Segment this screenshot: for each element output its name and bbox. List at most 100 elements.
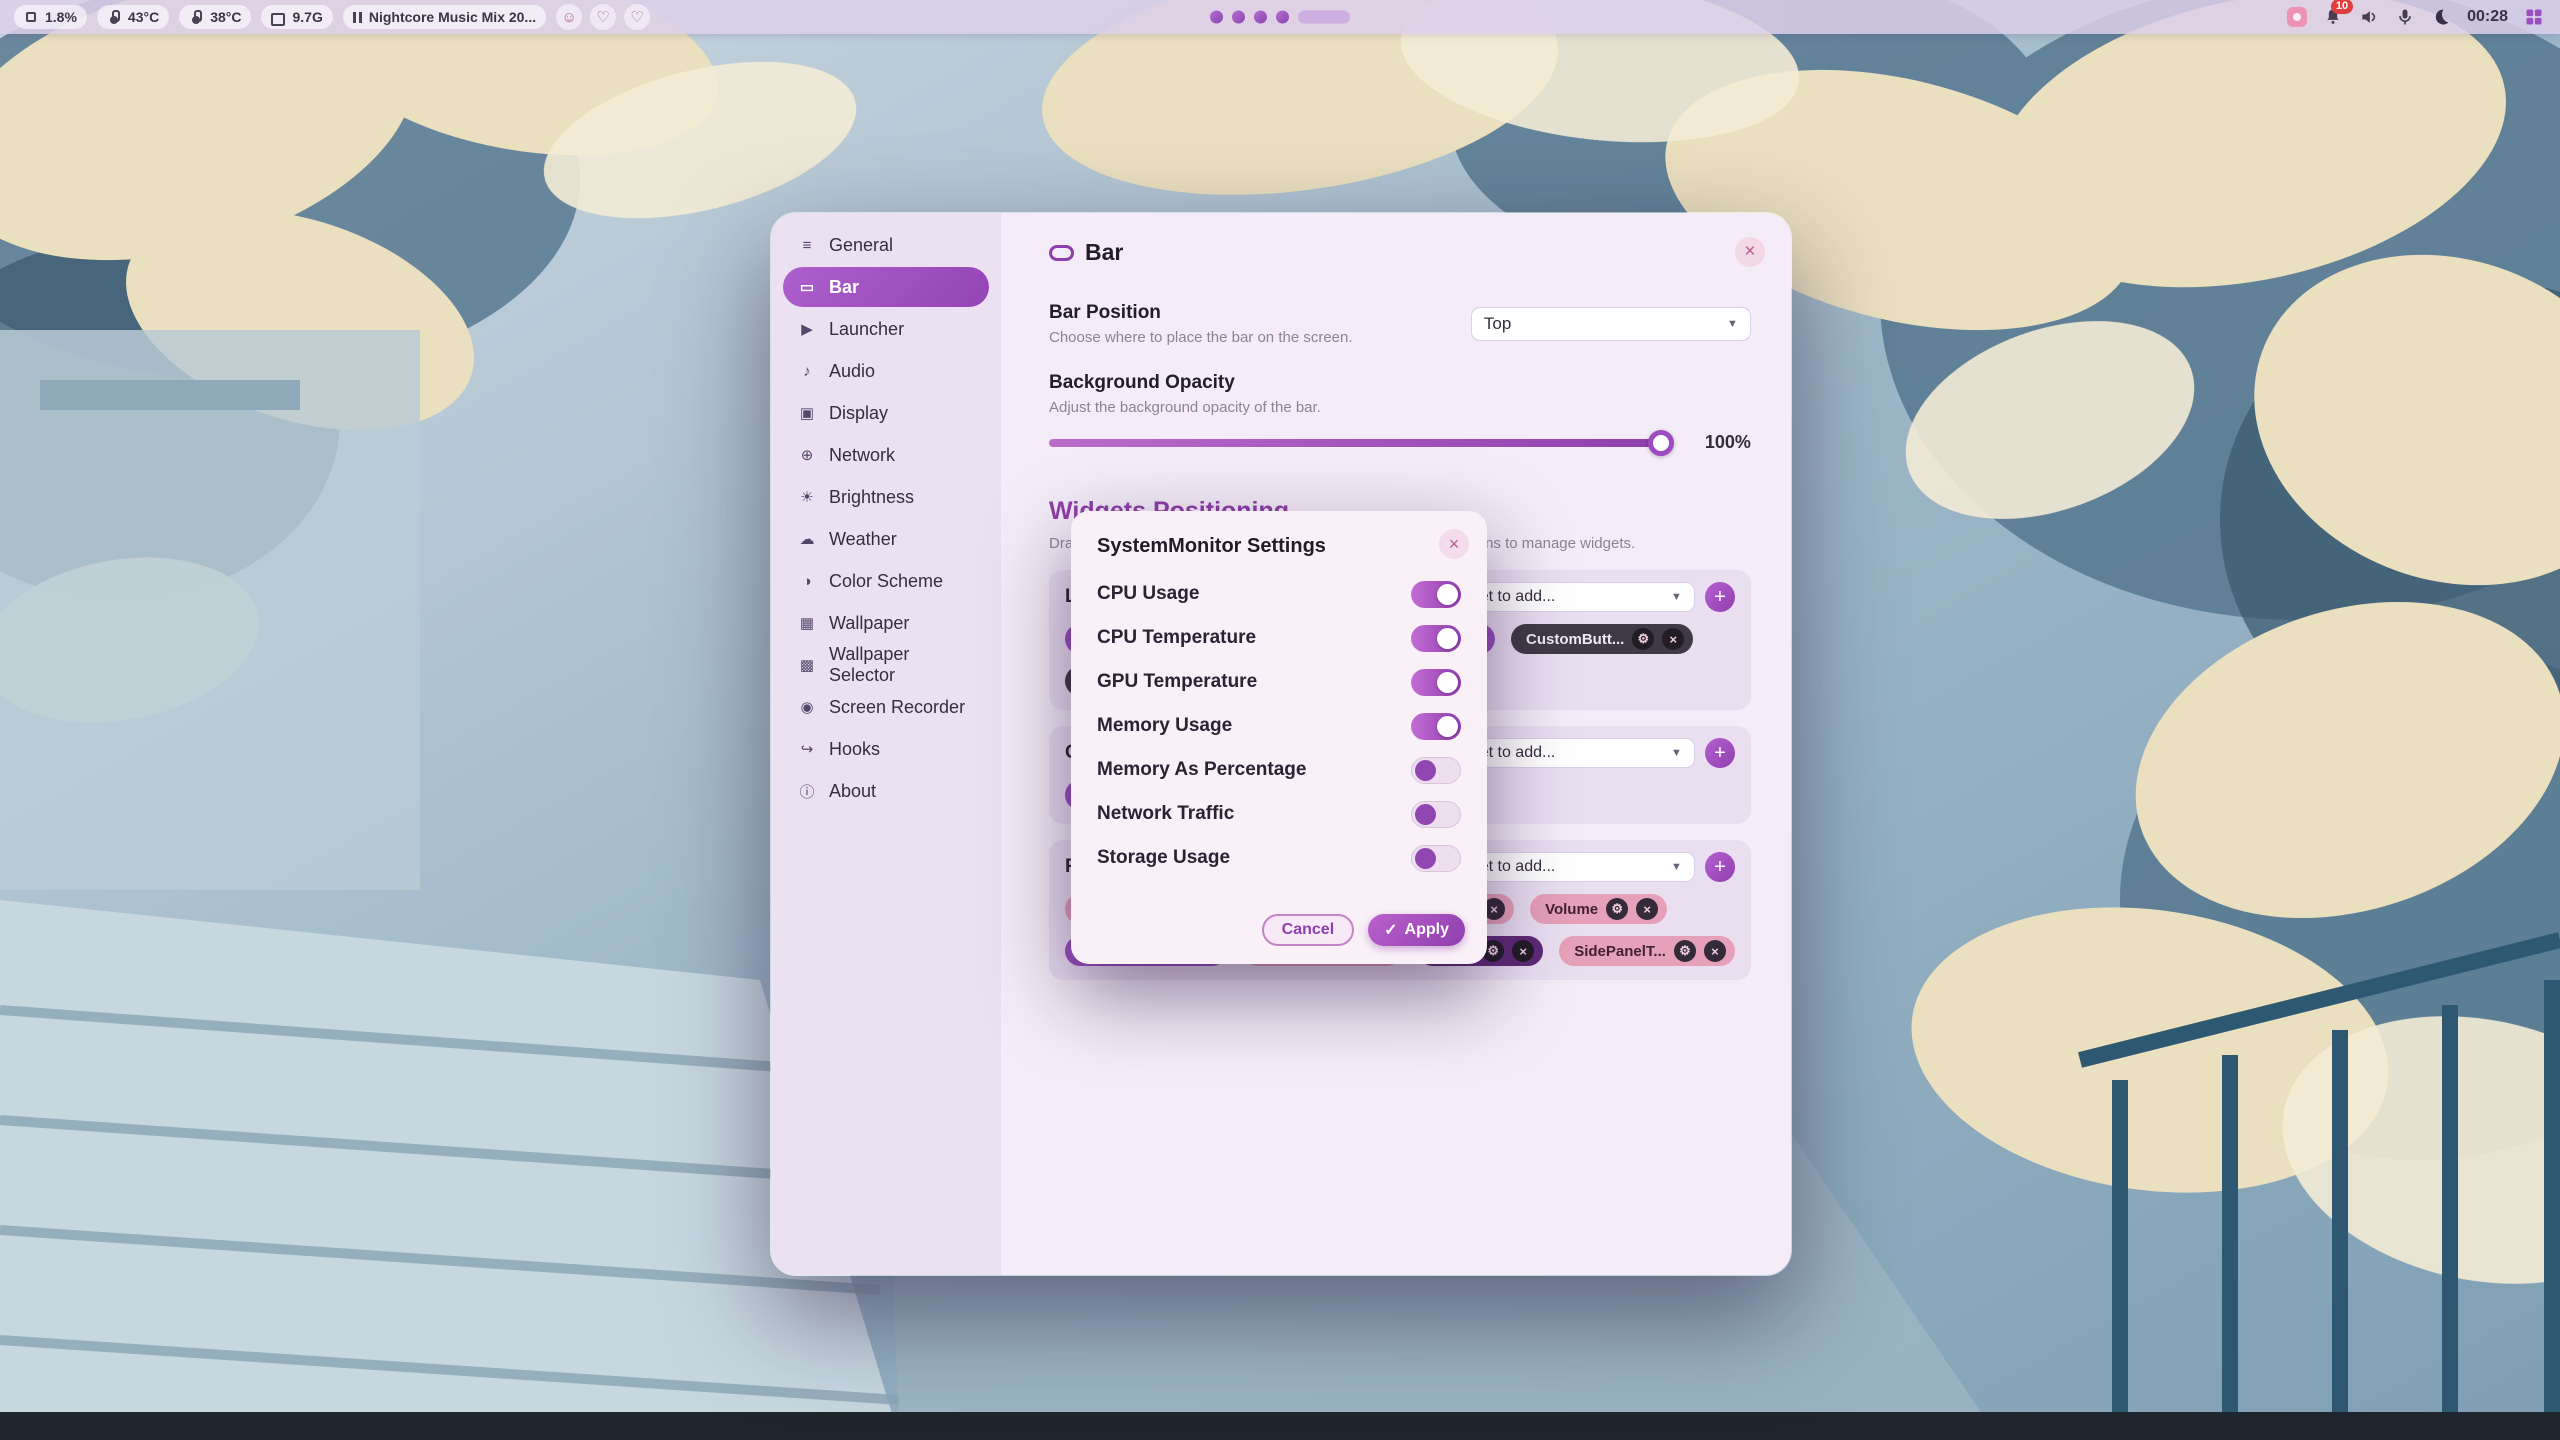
- cancel-button[interactable]: Cancel: [1262, 914, 1354, 946]
- notification-badge: 10: [2331, 0, 2353, 14]
- sidebar-item[interactable]: ☁ Weather: [783, 519, 989, 559]
- sidebar-item[interactable]: ◑ Color Scheme: [783, 561, 989, 601]
- remove-icon[interactable]: ×: [1704, 940, 1726, 962]
- media-title: Nightcore Music Mix 20...: [369, 9, 536, 25]
- sidebar-item[interactable]: ▶ Launcher: [783, 309, 989, 349]
- workspace-dot[interactable]: [1232, 11, 1245, 24]
- toggle-switch[interactable]: [1411, 845, 1461, 872]
- widget-chip[interactable]: CustomButt... ⚙ ×: [1511, 624, 1693, 654]
- workspace-dot[interactable]: [1210, 11, 1223, 24]
- quick-button[interactable]: ♡: [624, 4, 650, 30]
- workspace-indicator: [1210, 11, 1350, 24]
- close-modal-button[interactable]: ×: [1439, 529, 1469, 559]
- sidebar-item[interactable]: ▩ Wallpaper Selector: [783, 645, 989, 685]
- stat-chip[interactable]: 9.7G: [261, 5, 332, 29]
- quick-button[interactable]: ♡: [590, 4, 616, 30]
- toggle-switch[interactable]: [1411, 581, 1461, 608]
- media-player-chip[interactable]: Nightcore Music Mix 20...: [343, 5, 546, 29]
- toggle-switch[interactable]: [1411, 757, 1461, 784]
- chevron-down-icon: ▼: [1671, 861, 1682, 873]
- settings-sidebar: ≡ General ▭ Bar ▶ Launcher ♪ Audio: [771, 213, 1001, 1275]
- system-stats: 1.8% 43°C 38°C 9.7G: [14, 5, 333, 29]
- toggle-switch[interactable]: [1411, 801, 1461, 828]
- opacity-slider-thumb[interactable]: [1648, 430, 1674, 456]
- toggle-row: Storage Usage: [1097, 836, 1461, 880]
- sidebar-item-icon: ☀: [797, 488, 817, 506]
- sidebar-item[interactable]: ⓘ About: [783, 771, 989, 811]
- widget-chip[interactable]: Volume ⚙ ×: [1530, 894, 1667, 924]
- widget-chip[interactable]: SidePanelT... ⚙ ×: [1559, 936, 1735, 966]
- toggle-switch[interactable]: [1411, 625, 1461, 652]
- apply-button[interactable]: ✓ Apply: [1368, 914, 1465, 946]
- systemmonitor-settings-modal: × SystemMonitor Settings CPU Usage CPU T…: [1071, 511, 1487, 964]
- stat-value: 9.7G: [292, 9, 322, 25]
- night-light-icon[interactable]: [2431, 7, 2451, 27]
- sidebar-item-icon: ≡: [797, 237, 817, 254]
- sidebar-item[interactable]: ▭ Bar: [783, 267, 989, 307]
- sidebar-item[interactable]: ↪ Hooks: [783, 729, 989, 769]
- background-opacity-label: Background Opacity: [1049, 372, 1751, 394]
- toggle-label: GPU Temperature: [1097, 671, 1257, 693]
- toggle-row: Network Traffic: [1097, 792, 1461, 836]
- sidebar-item[interactable]: ☀ Brightness: [783, 477, 989, 517]
- stat-chip[interactable]: 38°C: [179, 5, 251, 29]
- bar-position-desc: Choose where to place the bar on the scr…: [1049, 329, 1353, 346]
- background-opacity-setting: Background Opacity Adjust the background…: [1049, 372, 1751, 453]
- sidebar-item-icon: ◉: [797, 698, 817, 716]
- volume-icon[interactable]: [2359, 7, 2379, 27]
- sidebar-item[interactable]: ◉ Screen Recorder: [783, 687, 989, 727]
- toggle-switch[interactable]: [1411, 713, 1461, 740]
- gear-icon[interactable]: ⚙: [1606, 898, 1628, 920]
- sidebar-item[interactable]: ▦ Wallpaper: [783, 603, 989, 643]
- gear-icon[interactable]: ⚙: [1632, 628, 1654, 650]
- sidebar-item[interactable]: ▣ Display: [783, 393, 989, 433]
- stat-chip[interactable]: 43°C: [97, 5, 169, 29]
- sidebar-item-label: About: [829, 781, 876, 802]
- sidebar-item-label: Audio: [829, 361, 875, 382]
- pause-icon: [353, 12, 362, 23]
- page-title: Bar: [1085, 239, 1123, 266]
- mic-icon[interactable]: [2395, 7, 2415, 27]
- gear-icon[interactable]: ⚙: [1674, 940, 1696, 962]
- sidebar-item-label: Display: [829, 403, 888, 424]
- quick-button[interactable]: ☺: [556, 4, 582, 30]
- sidebar-item-icon: ▦: [797, 614, 817, 632]
- clock: 00:28: [2467, 8, 2508, 26]
- close-window-button[interactable]: ×: [1735, 237, 1765, 267]
- modal-actions: Cancel ✓ Apply: [1262, 914, 1465, 946]
- workspace-dot[interactable]: [1254, 11, 1267, 24]
- workspace-dot[interactable]: [1298, 11, 1350, 24]
- sidebar-item-icon: ☁: [797, 530, 817, 548]
- add-widget-button[interactable]: +: [1705, 582, 1735, 612]
- sidebar-item[interactable]: ⊕ Network: [783, 435, 989, 475]
- toggle-switch[interactable]: [1411, 669, 1461, 696]
- apps-grid-icon[interactable]: [2524, 7, 2544, 27]
- widget-chip-label: CustomButt...: [1526, 631, 1624, 648]
- opacity-slider[interactable]: [1049, 439, 1671, 447]
- notifications-button[interactable]: 10: [2323, 7, 2343, 27]
- desktop: 1.8% 43°C 38°C 9.7G: [0, 0, 2560, 1440]
- widget-chip-label: Volume: [1545, 901, 1598, 918]
- toggle-row: CPU Temperature: [1097, 616, 1461, 660]
- sidebar-item[interactable]: ≡ General: [783, 225, 989, 265]
- toggle-row: CPU Usage: [1097, 572, 1461, 616]
- remove-icon[interactable]: ×: [1636, 898, 1658, 920]
- add-widget-button[interactable]: +: [1705, 738, 1735, 768]
- workspace-dot[interactable]: [1276, 11, 1289, 24]
- chevron-down-icon: ▼: [1671, 747, 1682, 759]
- sidebar-item[interactable]: ♪ Audio: [783, 351, 989, 391]
- background-opacity-desc: Adjust the background opacity of the bar…: [1049, 399, 1751, 416]
- sidebar-item-icon: ♪: [797, 363, 817, 380]
- quick-buttons: ☺ ♡ ♡: [556, 4, 650, 30]
- sidebar-item-label: Hooks: [829, 739, 880, 760]
- remove-icon[interactable]: ×: [1662, 628, 1684, 650]
- stat-icon: [189, 10, 203, 24]
- close-icon: ×: [1449, 534, 1460, 555]
- color-picker-icon[interactable]: [2287, 7, 2307, 27]
- chevron-down-icon: ▼: [1671, 591, 1682, 603]
- stat-chip[interactable]: 1.8%: [14, 5, 87, 29]
- toggle-label: Memory As Percentage: [1097, 759, 1306, 781]
- bar-position-dropdown[interactable]: Top ▼: [1471, 307, 1751, 341]
- remove-icon[interactable]: ×: [1512, 940, 1534, 962]
- add-widget-button[interactable]: +: [1705, 852, 1735, 882]
